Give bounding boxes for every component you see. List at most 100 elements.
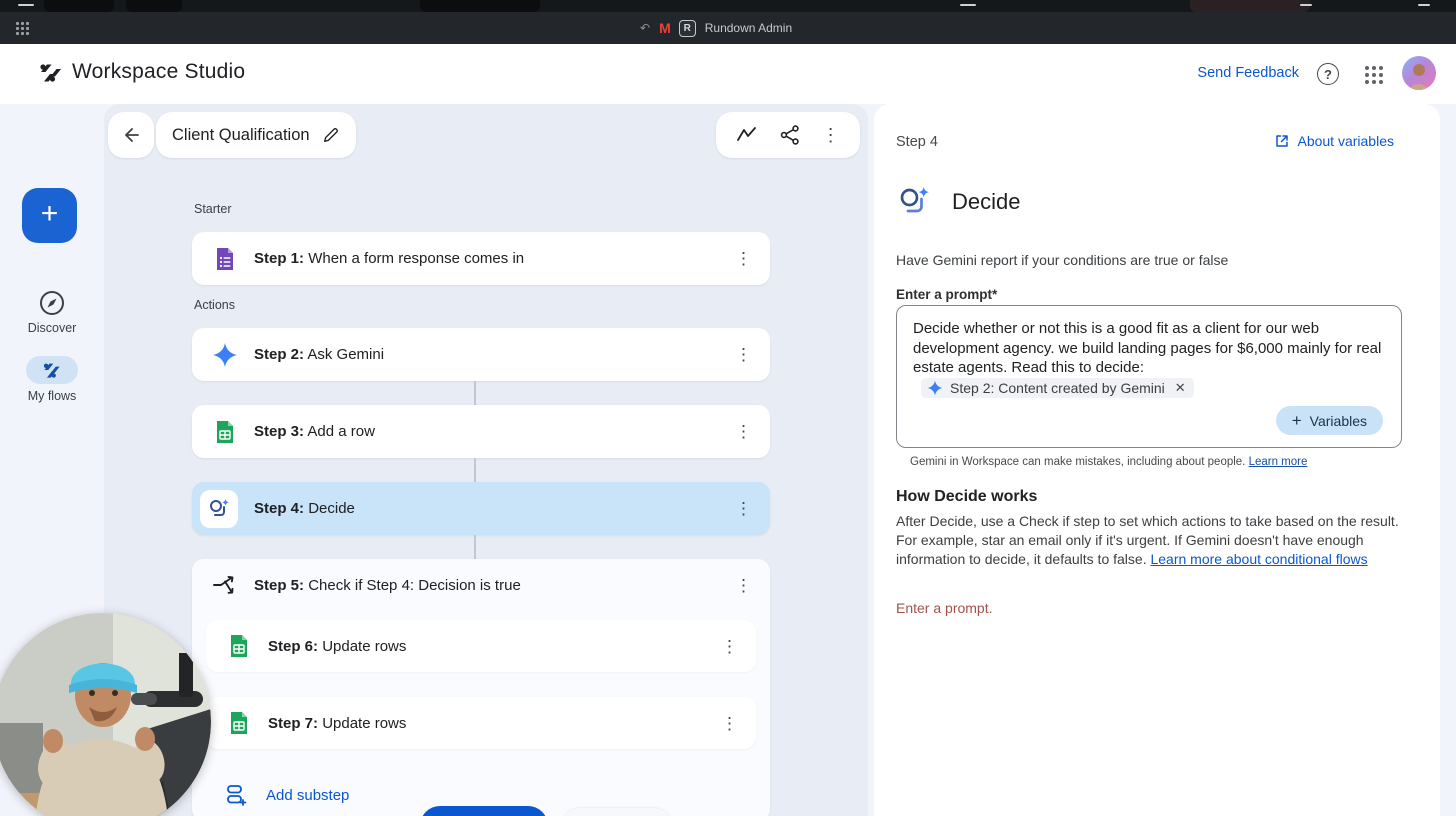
variable-chip[interactable]: Step 2: Content created by Gemini ✕ (921, 378, 1194, 398)
activity-icon[interactable] (736, 124, 758, 146)
panel-description: Have Gemini report if your conditions ar… (896, 252, 1228, 268)
step-menu-icon[interactable]: ⋮ (735, 346, 752, 363)
step-label: Step 3: Add a row (254, 423, 375, 440)
bookmark-label[interactable]: Rundown Admin (705, 21, 792, 35)
variables-button[interactable]: + Variables (1276, 406, 1383, 435)
sidebar-item-my-flows[interactable]: My flows (0, 356, 104, 403)
flow-canvas: Client Qualification ⋮ Starter Step 1: W… (104, 104, 868, 816)
step-card-7[interactable]: Step 7: Update rows ⋮ (206, 697, 756, 749)
send-feedback-link[interactable]: Send Feedback (1197, 65, 1299, 81)
step-card-4-selected[interactable]: Step 4: Decide ⋮ (192, 482, 770, 535)
panel-step-label: Step 4 (896, 134, 938, 150)
how-decide-works-body: After Decide, use a Check if step to set… (896, 512, 1402, 569)
primary-action-button[interactable] (420, 806, 548, 816)
step-label: Step 1: When a form response comes in (254, 250, 524, 267)
how-decide-works-title: How Decide works (896, 488, 1037, 506)
flow-toolbar: ⋮ (716, 112, 860, 158)
curved-arrow-icon[interactable]: ↶ (640, 21, 650, 35)
step-menu-icon[interactable]: ⋮ (735, 577, 752, 594)
connector-line (474, 381, 476, 405)
new-flow-button[interactable]: + (22, 188, 77, 243)
my-flows-icon (41, 359, 63, 381)
step-label: Step 4: Decide (254, 500, 355, 517)
about-variables-link[interactable]: About variables (1274, 133, 1394, 149)
branch-icon (212, 572, 238, 598)
gmail-icon[interactable]: M (659, 20, 670, 36)
panel-title: Decide (952, 189, 1020, 215)
tab-dash (1418, 4, 1430, 6)
edit-pencil-icon[interactable] (322, 126, 340, 144)
step-menu-icon[interactable]: ⋮ (735, 500, 752, 517)
sidebar-item-label: My flows (0, 389, 104, 403)
step-card-3[interactable]: Step 3: Add a row ⋮ (192, 405, 770, 458)
compass-icon (39, 290, 65, 316)
decide-icon (896, 184, 932, 220)
add-substep-icon (224, 783, 248, 807)
secondary-action-button[interactable] (562, 808, 672, 816)
plus-icon: + (1292, 412, 1302, 429)
step-label: Step 2: Ask Gemini (254, 346, 384, 363)
google-sheets-icon (226, 710, 252, 736)
variable-chip-label: Step 2: Content created by Gemini (950, 380, 1165, 396)
browser-tab[interactable] (420, 0, 540, 12)
share-icon[interactable] (779, 124, 801, 146)
step-menu-icon[interactable]: ⋮ (735, 250, 752, 267)
step-card-5[interactable]: Step 5: Check if Step 4: Decision is tru… (192, 559, 770, 611)
page-title: Workspace Studio (72, 60, 245, 84)
gemini-icon (927, 380, 943, 396)
browser-tab[interactable] (126, 0, 182, 12)
prompt-error-text: Enter a prompt. (896, 600, 993, 616)
sidebar-item-discover[interactable]: Discover (0, 290, 104, 335)
variables-button-label: Variables (1310, 413, 1367, 429)
step-card-2[interactable]: Step 2: Ask Gemini ⋮ (192, 328, 770, 381)
active-pill (26, 356, 78, 384)
decide-icon-tile (200, 490, 238, 528)
workspace-studio-logo-icon (38, 60, 64, 86)
step-detail-panel: Step 4 About variables Decide Have Gemin… (874, 104, 1440, 816)
sidebar-item-label: Discover (0, 321, 104, 335)
step-label: Step 5: Check if Step 4: Decision is tru… (254, 577, 521, 594)
open-in-new-icon (1274, 133, 1290, 149)
back-arrow-icon (121, 125, 141, 145)
rundown-favicon: R (679, 20, 696, 37)
add-substep-label: Add substep (266, 787, 349, 804)
back-button[interactable] (108, 112, 154, 158)
app-header: Workspace Studio Send Feedback ? (0, 44, 1456, 104)
section-label-starter: Starter (194, 202, 232, 216)
google-forms-icon (212, 246, 238, 272)
tab-dash (1300, 4, 1312, 6)
tab-dash (18, 4, 34, 6)
google-sheets-icon (212, 419, 238, 445)
step-label: Step 7: Update rows (268, 715, 406, 732)
tab-dash (960, 4, 976, 6)
prompt-input[interactable]: Decide whether or not this is a good fit… (896, 305, 1402, 448)
learn-more-link[interactable]: Learn more (1249, 456, 1308, 468)
gemini-disclaimer: Gemini in Workspace can make mistakes, i… (910, 456, 1307, 468)
browser-bookmark-bar: ↶ M R Rundown Admin (0, 12, 1456, 44)
connector-line (474, 535, 476, 559)
step-card-1[interactable]: Step 1: When a form response comes in ⋮ (192, 232, 770, 285)
conditional-flows-link[interactable]: Learn more about conditional flows (1150, 551, 1367, 567)
prompt-label: Enter a prompt* (896, 287, 997, 302)
step-label: Step 6: Update rows (268, 638, 406, 655)
gemini-icon (212, 342, 238, 368)
about-variables-label: About variables (1297, 133, 1394, 149)
user-avatar[interactable] (1402, 56, 1436, 90)
flow-title-pill[interactable]: Client Qualification (156, 112, 356, 158)
chip-remove-icon[interactable]: ✕ (1175, 380, 1186, 396)
help-icon[interactable]: ? (1317, 63, 1339, 85)
step-card-6[interactable]: Step 6: Update rows ⋮ (206, 620, 756, 672)
browser-grid-icon[interactable] (16, 22, 29, 35)
decide-icon (207, 497, 231, 521)
browser-tab[interactable] (1190, 0, 1310, 12)
google-sheets-icon (226, 633, 252, 659)
step-menu-icon[interactable]: ⋮ (735, 423, 752, 440)
more-options-icon[interactable]: ⋮ (822, 126, 840, 144)
flow-title: Client Qualification (172, 126, 310, 145)
step-menu-icon[interactable]: ⋮ (721, 715, 738, 732)
add-substep-button[interactable]: Add substep (206, 783, 349, 807)
browser-tab[interactable] (44, 0, 114, 12)
prompt-text: Decide whether or not this is a good fit… (913, 319, 1391, 378)
apps-grid-icon[interactable] (1365, 66, 1383, 84)
step-menu-icon[interactable]: ⋮ (721, 638, 738, 655)
